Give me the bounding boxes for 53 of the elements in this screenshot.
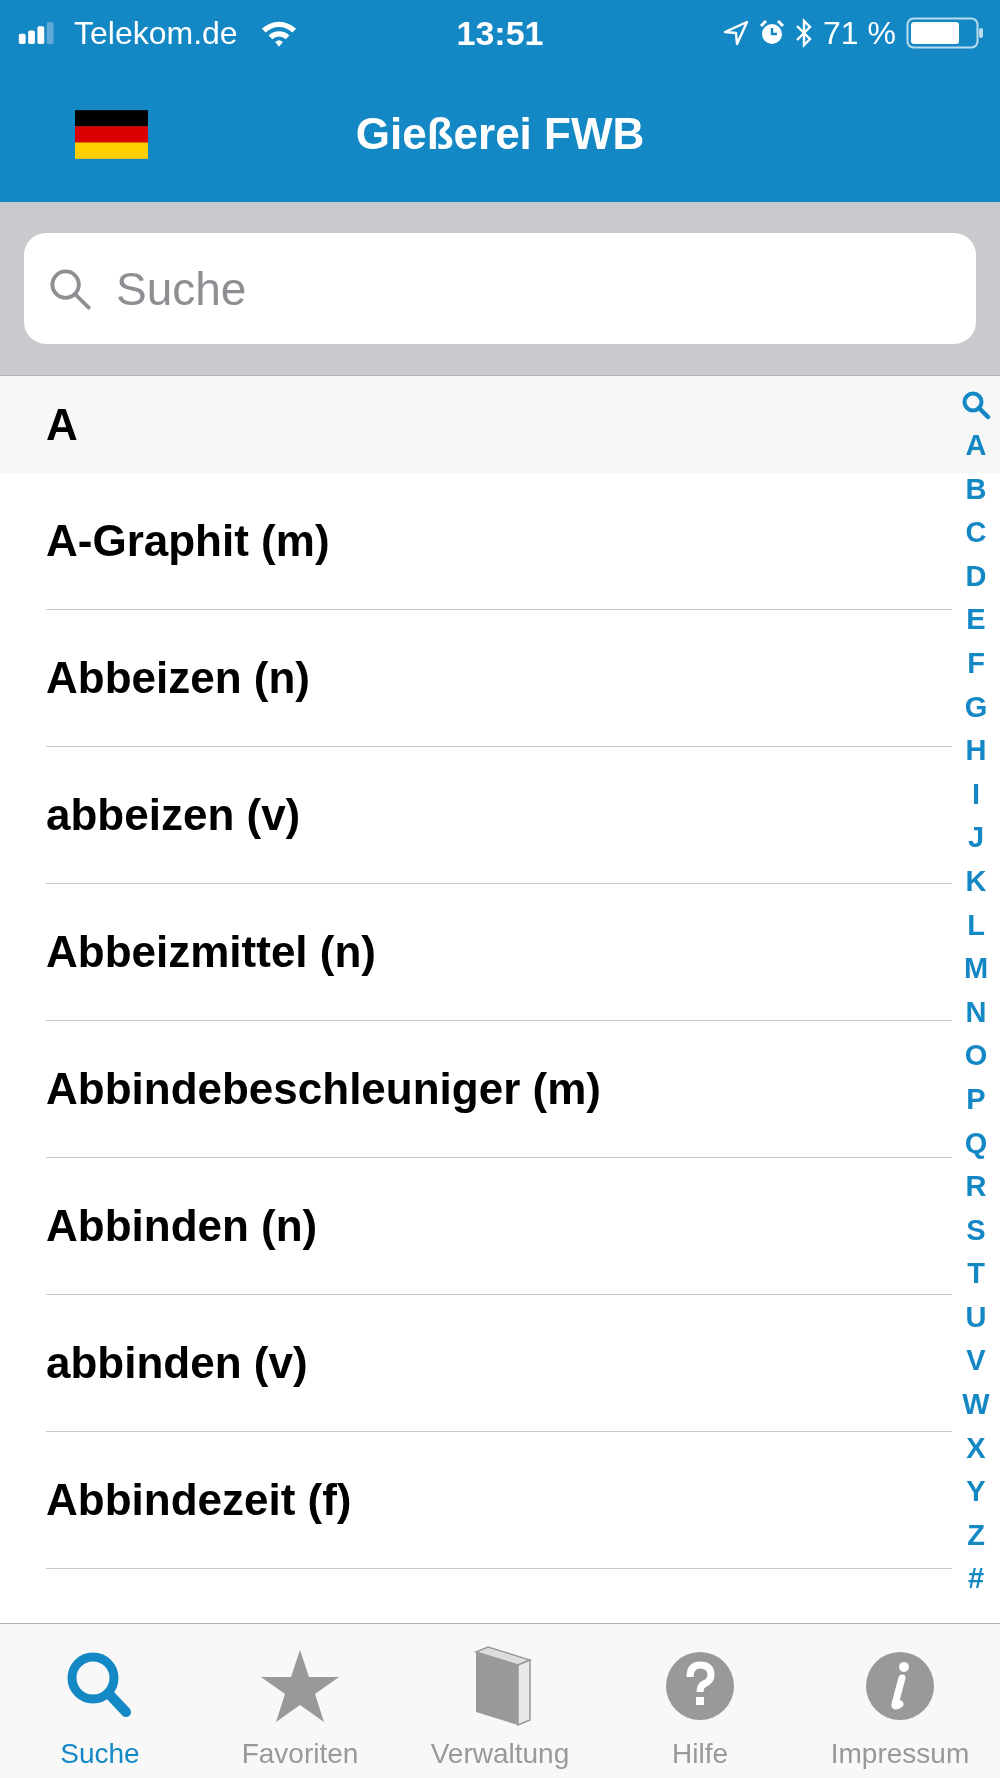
alarm-clock-icon <box>759 20 786 46</box>
index-letter[interactable]: E <box>966 598 986 642</box>
tab[interactable]: Suche <box>0 1624 200 1778</box>
index-letter[interactable]: X <box>966 1426 986 1471</box>
index-letter[interactable]: K <box>965 859 987 904</box>
list-item[interactable]: Abbindebeschleuniger (m) <box>46 1021 952 1158</box>
app-title: Gießerei FWB <box>354 109 646 159</box>
carrier-name: Telekom.de <box>74 14 238 52</box>
index-letter[interactable]: V <box>966 1339 986 1384</box>
search-icon[interactable] <box>961 390 991 420</box>
clock-time: 13:51 <box>455 13 545 53</box>
index-letter[interactable]: T <box>967 1252 985 1296</box>
search-icon <box>48 266 92 311</box>
index-letter[interactable]: O <box>964 1034 988 1078</box>
index-letter[interactable]: D <box>965 554 987 599</box>
location-arrow-icon <box>723 20 750 46</box>
tab[interactable]: Impressum <box>800 1624 1000 1778</box>
index-letter[interactable]: J <box>967 816 985 860</box>
index-letter[interactable]: I <box>971 772 981 817</box>
bluetooth-icon <box>795 18 814 48</box>
section-letter: A <box>46 399 78 450</box>
index-letter[interactable]: A <box>965 424 987 468</box>
index-letter[interactable]: N <box>965 990 987 1035</box>
index-letter[interactable]: Z <box>967 1513 985 1558</box>
list-item[interactable]: Abbindezeit (f) <box>46 1432 952 1569</box>
index-letter[interactable]: G <box>964 685 988 730</box>
index-letter[interactable]: Q <box>964 1121 988 1166</box>
index-letter[interactable]: L <box>967 903 985 948</box>
index-letter[interactable]: U <box>965 1295 987 1340</box>
battery-icon <box>906 17 984 49</box>
list-item[interactable]: A-Graphit (m) <box>46 473 952 610</box>
index-letter[interactable]: W <box>962 1383 990 1427</box>
index-letter[interactable]: P <box>966 1077 986 1122</box>
tab[interactable]: Favoriten <box>200 1624 400 1778</box>
index-letter[interactable]: S <box>966 1208 986 1253</box>
index-letter[interactable]: H <box>965 729 987 773</box>
german-flag-icon[interactable] <box>75 109 148 159</box>
index-letter[interactable]: C <box>965 511 987 555</box>
tab[interactable]: Verwaltung <box>400 1624 600 1778</box>
tab[interactable]: Hilfe <box>600 1624 800 1778</box>
index-letter[interactable]: B <box>965 467 987 512</box>
index-letter[interactable]: R <box>965 1165 987 1209</box>
index-letter[interactable]: M <box>963 947 989 991</box>
list-item[interactable]: Abbeizmittel (n) <box>46 884 952 1021</box>
list-item[interactable]: Abbeizen (n) <box>46 610 952 747</box>
list-item[interactable]: abbinden (v) <box>46 1295 952 1432</box>
index-letter[interactable]: Y <box>966 1470 986 1514</box>
list-item[interactable]: abbeizen (v) <box>46 747 952 884</box>
battery-percent: 71 % <box>823 14 896 52</box>
index-letter[interactable]: # <box>967 1557 985 1602</box>
search-bar[interactable]: Suche <box>24 233 976 344</box>
index-letter[interactable]: F <box>967 641 985 686</box>
list-item[interactable]: Abbinden (n) <box>46 1158 952 1295</box>
